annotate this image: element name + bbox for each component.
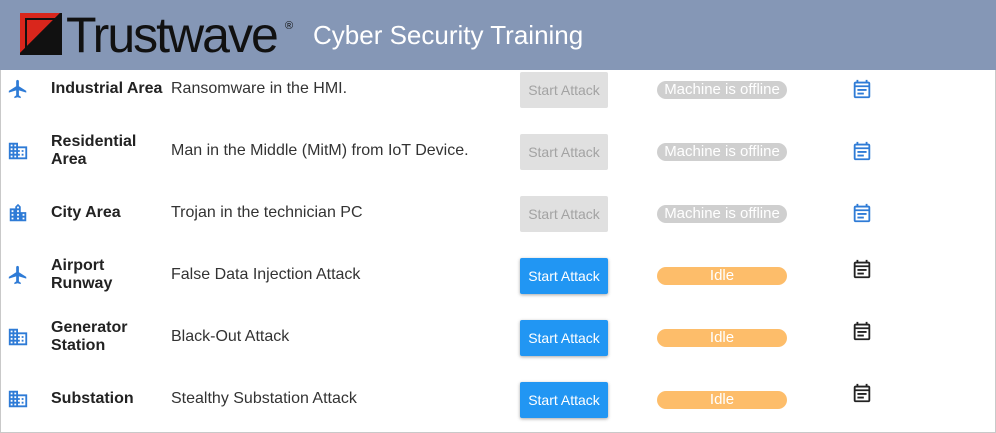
building-icon bbox=[7, 326, 29, 348]
status-badge: Machine is offline bbox=[657, 205, 787, 223]
status-badge: Idle bbox=[657, 329, 787, 347]
scenario-row: City Area Trojan in the technician PC St… bbox=[0, 182, 996, 244]
page-title: Cyber Security Training bbox=[313, 20, 584, 50]
scenario-row: Residential Area Man in the Middle (MitM… bbox=[0, 120, 996, 182]
brand-name: Trustwave bbox=[66, 7, 279, 63]
status-badge: Machine is offline bbox=[657, 81, 787, 99]
start-attack-button[interactable]: Start Attack bbox=[520, 134, 608, 170]
city-icon bbox=[7, 202, 29, 224]
start-attack-button[interactable]: Start Attack bbox=[520, 320, 608, 356]
area-name: Residential Area bbox=[51, 133, 137, 168]
attack-description: Trojan in the technician PC bbox=[171, 204, 363, 221]
scenario-row: Generator Station Black-Out Attack Start… bbox=[0, 306, 996, 368]
calendar-icon[interactable] bbox=[851, 140, 873, 162]
start-attack-button[interactable]: Start Attack bbox=[520, 196, 608, 232]
attack-description: False Data Injection Attack bbox=[171, 266, 361, 283]
area-name: Industrial Area bbox=[51, 80, 163, 97]
airplane-icon bbox=[7, 78, 29, 100]
attack-description: Black-Out Attack bbox=[171, 328, 290, 345]
status-badge: Idle bbox=[657, 391, 787, 409]
status-badge: Machine is offline bbox=[657, 143, 787, 161]
trustwave-logo-icon bbox=[18, 11, 64, 57]
start-attack-button[interactable]: Start Attack bbox=[520, 382, 608, 418]
calendar-icon[interactable] bbox=[851, 320, 873, 342]
area-name: Generator Station bbox=[51, 319, 128, 354]
airplane-icon bbox=[7, 264, 29, 286]
scenario-row: Substation Stealthy Substation Attack St… bbox=[0, 368, 996, 430]
start-attack-button[interactable]: Start Attack bbox=[520, 258, 608, 294]
scenario-row: Airport Runway False Data Injection Atta… bbox=[0, 244, 996, 306]
attack-description: Ransomware in the HMI. bbox=[171, 80, 348, 97]
attack-description: Stealthy Substation Attack bbox=[171, 390, 357, 407]
registered-mark: ® bbox=[285, 20, 294, 32]
attack-description: Man in the Middle (MitM) from IoT Device… bbox=[171, 142, 469, 159]
status-badge: Idle bbox=[657, 267, 787, 285]
area-name: Substation bbox=[51, 390, 134, 407]
calendar-icon[interactable] bbox=[851, 258, 873, 280]
area-name: Airport Runway bbox=[51, 257, 113, 292]
calendar-icon[interactable] bbox=[851, 202, 873, 224]
calendar-icon[interactable] bbox=[851, 78, 873, 100]
calendar-icon[interactable] bbox=[851, 382, 873, 404]
scenario-row: Industrial Area Ransomware in the HMI. S… bbox=[0, 58, 996, 120]
building-icon bbox=[7, 140, 29, 162]
start-attack-button[interactable]: Start Attack bbox=[520, 72, 608, 108]
area-name: City Area bbox=[51, 204, 121, 221]
building-icon bbox=[7, 388, 29, 410]
